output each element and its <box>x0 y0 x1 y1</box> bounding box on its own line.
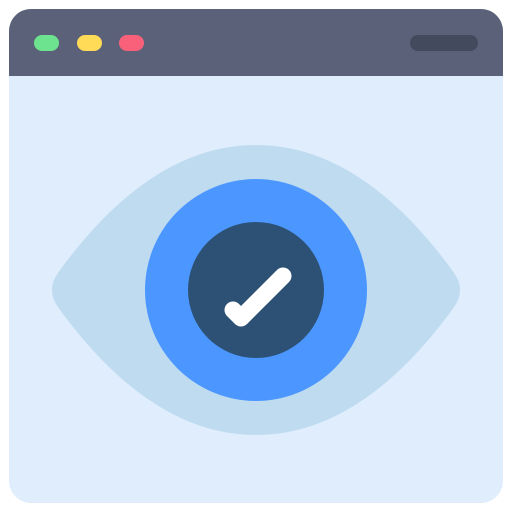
illustration-canvas <box>0 0 512 512</box>
eye-icon <box>52 145 460 435</box>
pupil <box>188 222 324 358</box>
